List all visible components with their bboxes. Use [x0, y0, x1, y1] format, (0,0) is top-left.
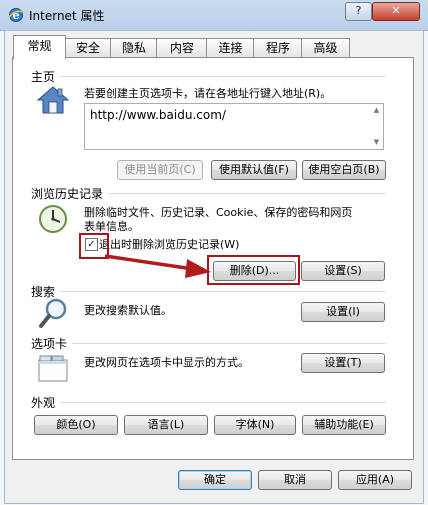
scroll-up-icon[interactable]: ▲ — [372, 106, 381, 115]
cancel-button[interactable]: 取消 — [258, 470, 332, 490]
home-description: 若要创建主页选项卡，请在各地址行键入地址(R)。 — [84, 87, 332, 100]
tab-content[interactable]: 内容 — [156, 38, 208, 58]
history-description-line2: 表单信息。 — [84, 220, 139, 233]
ok-button[interactable]: 确定 — [178, 470, 252, 490]
help-button[interactable]: ? — [345, 2, 372, 21]
use-current-button[interactable]: 使用当前页(C) — [117, 160, 203, 180]
separator — [72, 343, 386, 344]
fonts-button[interactable]: 字体(N) — [214, 415, 296, 435]
clock-icon — [39, 205, 67, 233]
use-default-button[interactable]: 使用默认值(F) — [211, 160, 297, 180]
use-blank-button[interactable]: 使用空白页(B) — [302, 160, 386, 180]
tabs-description: 更改网页在选项卡中显示的方式。 — [84, 356, 249, 369]
tabs-section-label: 选项卡 — [31, 337, 68, 351]
internet-explorer-icon: e — [8, 8, 24, 22]
home-section-label: 主页 — [31, 70, 56, 84]
pointer-arrow — [104, 254, 211, 278]
history-settings-button[interactable]: 设置(S) — [301, 261, 385, 281]
separator — [60, 291, 386, 292]
tab-privacy[interactable]: 隐私 — [110, 38, 158, 58]
search-description: 更改搜索默认值。 — [84, 304, 172, 317]
tab-connections[interactable]: 连接 — [206, 38, 255, 58]
scroll-down-icon[interactable]: ▼ — [372, 138, 381, 147]
tabs-settings-button[interactable]: 设置(T) — [301, 353, 385, 373]
home-icon — [36, 86, 70, 114]
magnifier-icon — [39, 298, 67, 328]
separator — [60, 76, 386, 77]
tab-general[interactable]: 常规 — [13, 35, 66, 59]
tab-security[interactable]: 安全 — [64, 38, 112, 58]
languages-button[interactable]: 语言(L) — [124, 415, 208, 435]
apply-button[interactable]: 应用(A) — [338, 470, 412, 490]
history-description-line1: 删除临时文件、历史记录、Cookie、保存的密码和网页 — [84, 206, 353, 219]
separator — [108, 193, 386, 194]
search-settings-button[interactable]: 设置(I) — [301, 302, 385, 322]
tab-programs[interactable]: 程序 — [253, 38, 303, 58]
colors-button[interactable]: 颜色(O) — [34, 415, 118, 435]
window-title: Internet 属性 — [29, 9, 105, 23]
delete-button-highlight-box — [207, 255, 300, 285]
separator — [60, 402, 386, 403]
accessibility-button[interactable]: 辅助功能(E) — [302, 415, 386, 435]
close-button[interactable]: ✕ — [372, 2, 420, 21]
browser-tabs-icon — [38, 355, 68, 382]
title-bar: e Internet 属性 ? ✕ — [0, 0, 428, 31]
appearance-section-label: 外观 — [31, 396, 56, 410]
tab-advanced[interactable]: 高级 — [301, 38, 350, 58]
home-page-url-input[interactable]: http://www.baidu.com/ ▲ ▼ — [84, 103, 384, 150]
history-section-label: 浏览历史记录 — [31, 187, 104, 201]
home-page-url: http://www.baidu.com/ — [90, 108, 226, 122]
